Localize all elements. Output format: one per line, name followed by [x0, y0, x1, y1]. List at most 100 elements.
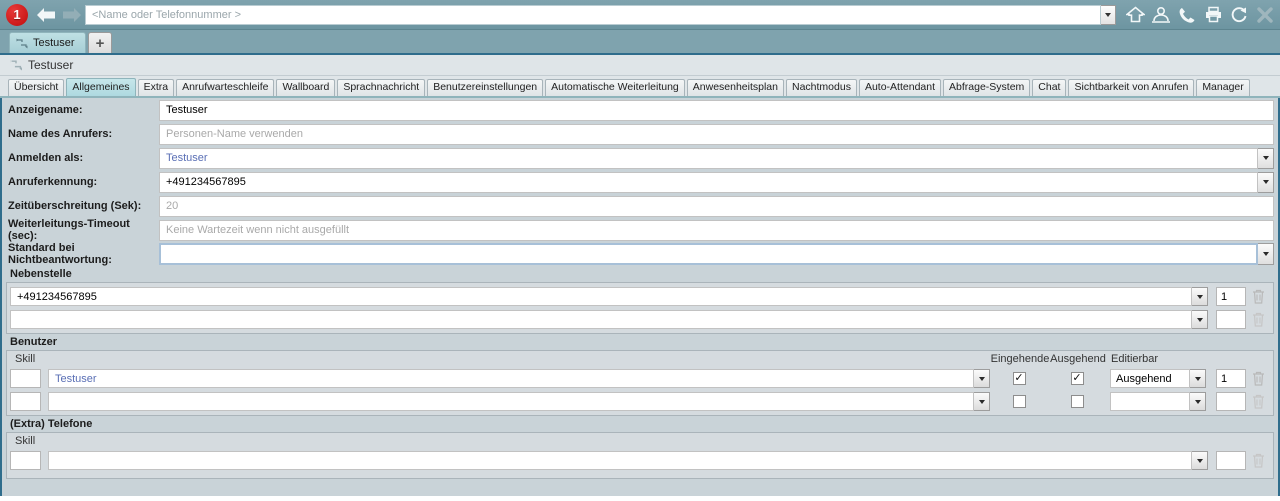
chevron-down-icon — [1263, 252, 1269, 256]
field-row-anmelden-als: Anmelden als: Testuser — [2, 146, 1278, 170]
label-anruferkennung: Anruferkennung: — [6, 176, 159, 188]
close-icon[interactable] — [1252, 2, 1278, 28]
benutzer-editable-value[interactable]: Ausgehend — [1110, 369, 1190, 388]
field-row-name-des-anrufers: Name des Anrufers: Personen-Name verwend… — [2, 122, 1278, 146]
benutzer-count[interactable] — [1216, 392, 1246, 411]
benutzer-skill-input[interactable] — [10, 392, 41, 411]
nebenstelle-count[interactable]: 1 — [1216, 287, 1246, 306]
tab-auto-attendant[interactable]: Auto-Attendant — [859, 79, 941, 96]
field-row-anruferkennung: Anruferkennung: +491234567895 — [2, 170, 1278, 194]
extra-telefone-name[interactable] — [48, 451, 1192, 470]
contacts-icon[interactable] — [1148, 2, 1174, 28]
chevron-down-icon — [1195, 377, 1201, 381]
tab-benutzereinstellungen[interactable]: Benutzereinstellungen — [427, 79, 543, 96]
field-row-standard-bei-nichtbeantwortung: Standard bei Nichtbeantwortung: — [2, 242, 1278, 266]
chevron-down-icon — [1263, 156, 1269, 160]
input-zeitueberschreitung[interactable]: 20 — [159, 196, 1274, 217]
input-anmelden-als[interactable]: Testuser — [159, 148, 1258, 169]
section-title-benutzer: Benutzer — [2, 334, 1278, 350]
nebenstelle-value[interactable] — [10, 310, 1192, 329]
benutzer-dropdown[interactable] — [974, 392, 990, 411]
label-anzeigename: Anzeigename: — [6, 104, 159, 116]
dropdown-anruferkennung[interactable] — [1258, 172, 1274, 193]
tab-sichtbarkeit-von-anrufen[interactable]: Sichtbarkeit von Anrufen — [1068, 79, 1194, 96]
benutzer-incoming-checkbox[interactable]: ✓ — [1013, 372, 1026, 385]
input-standard-bei-nichtbeantwortung[interactable] — [159, 243, 1258, 265]
tab-anwesenheitsplan[interactable]: Anwesenheitsplan — [687, 79, 784, 96]
extra-telefone-dropdown[interactable] — [1192, 451, 1208, 470]
benutzer-col-eingehende: Eingehende — [991, 353, 1049, 365]
add-tab-button[interactable]: + — [88, 32, 113, 53]
benutzer-delete-button[interactable] — [1246, 371, 1270, 386]
window-tab-label: Testuser — [33, 37, 75, 49]
tab-allgemeines[interactable]: Allgemeines — [66, 78, 135, 96]
input-name-des-anrufers[interactable]: Personen-Name verwenden — [159, 124, 1274, 145]
tab-extra[interactable]: Extra — [138, 79, 175, 96]
tab-abfrage-system[interactable]: Abfrage-System — [943, 79, 1030, 96]
tab-manager[interactable]: Manager — [1196, 79, 1249, 96]
nebenstelle-value[interactable]: +491234567895 — [10, 287, 1192, 306]
input-anruferkennung[interactable]: +491234567895 — [159, 172, 1258, 193]
dropdown-anmelden-als[interactable] — [1258, 148, 1274, 169]
search-input[interactable]: <Name oder Telefonnummer > — [85, 5, 1101, 25]
benutzer-editable-value[interactable] — [1110, 392, 1190, 411]
input-anzeigename[interactable]: Testuser — [159, 100, 1274, 121]
benutzer-outgoing-checkbox[interactable] — [1071, 395, 1084, 408]
phone-icon[interactable] — [1174, 2, 1200, 28]
section-title-extra-telefone: (Extra) Telefone — [2, 416, 1278, 432]
benutzer-count[interactable]: 1 — [1216, 369, 1246, 388]
tab-uebersicht[interactable]: Übersicht — [8, 79, 64, 96]
nebenstelle-panel: +491234567895 1 — [6, 282, 1274, 334]
benutzer-delete-button[interactable] — [1246, 394, 1270, 409]
chevron-down-icon — [1197, 459, 1203, 463]
forward-arrow-icon — [59, 4, 85, 26]
extra-telefone-skill-input[interactable] — [10, 451, 41, 470]
extra-telefone-delete-button[interactable] — [1246, 453, 1270, 468]
benutzer-dropdown[interactable] — [974, 369, 990, 388]
benutzer-row — [7, 390, 1273, 413]
benutzer-panel: Skill Eingehende Ausgehend Editierbar Te… — [6, 350, 1274, 416]
home-icon[interactable] — [1122, 2, 1148, 28]
benutzer-outgoing-cell — [1048, 395, 1106, 408]
field-row-anzeigename: Anzeigename: Testuser — [2, 98, 1278, 122]
tab-nachtmodus[interactable]: Nachtmodus — [786, 79, 857, 96]
search-placeholder-text: <Name oder Telefonnummer > — [92, 9, 241, 21]
label-standard-bei-nichtbeantwortung: Standard bei Nichtbeantwortung: — [6, 242, 159, 266]
notification-badge[interactable]: 1 — [6, 4, 28, 26]
window-tab-testuser[interactable]: Testuser — [9, 32, 86, 53]
tab-anrufwarteschleife[interactable]: Anrufwarteschleife — [176, 79, 274, 96]
benutzer-incoming-checkbox[interactable] — [1013, 395, 1026, 408]
page-header: Testuser — [0, 55, 1280, 76]
form-area: Anzeigename: Testuser Name des Anrufers:… — [0, 98, 1280, 496]
benutzer-name[interactable]: Testuser — [48, 369, 974, 388]
chevron-down-icon — [1195, 400, 1201, 404]
tab-automatische-weiterleitung[interactable]: Automatische Weiterleitung — [545, 79, 685, 96]
back-arrow-icon[interactable] — [33, 4, 59, 26]
benutzer-editable-dropdown[interactable] — [1190, 392, 1206, 411]
search-dropdown-button[interactable] — [1101, 5, 1116, 25]
nebenstelle-delete-button[interactable] — [1246, 289, 1270, 304]
chevron-down-icon — [1197, 318, 1203, 322]
print-icon[interactable] — [1200, 2, 1226, 28]
benutzer-name[interactable] — [48, 392, 974, 411]
tab-chat[interactable]: Chat — [1032, 79, 1066, 96]
nebenstelle-dropdown[interactable] — [1192, 310, 1208, 329]
nebenstelle-count[interactable] — [1216, 310, 1246, 329]
tab-wallboard[interactable]: Wallboard — [276, 79, 335, 96]
extra-telefone-col-skill: Skill — [7, 433, 1273, 449]
chevron-down-icon — [979, 377, 985, 381]
call-routing-icon-header — [9, 59, 23, 71]
dropdown-standard-bei-nichtbeantwortung[interactable] — [1258, 243, 1274, 265]
benutzer-skill-input[interactable] — [10, 369, 41, 388]
nebenstelle-dropdown[interactable] — [1192, 287, 1208, 306]
chevron-down-icon — [1197, 295, 1203, 299]
tab-sprachnachricht[interactable]: Sprachnachricht — [337, 79, 425, 96]
chevron-down-icon — [979, 400, 985, 404]
refresh-icon[interactable] — [1226, 2, 1252, 28]
nebenstelle-delete-button[interactable] — [1246, 312, 1270, 327]
extra-telefone-count[interactable] — [1216, 451, 1246, 470]
input-weiterleitungs-timeout[interactable]: Keine Wartezeit wenn nicht ausgefüllt — [159, 220, 1274, 241]
nebenstelle-row: +491234567895 1 — [7, 285, 1273, 308]
benutzer-outgoing-checkbox[interactable]: ✓ — [1071, 372, 1084, 385]
benutzer-editable-dropdown[interactable] — [1190, 369, 1206, 388]
